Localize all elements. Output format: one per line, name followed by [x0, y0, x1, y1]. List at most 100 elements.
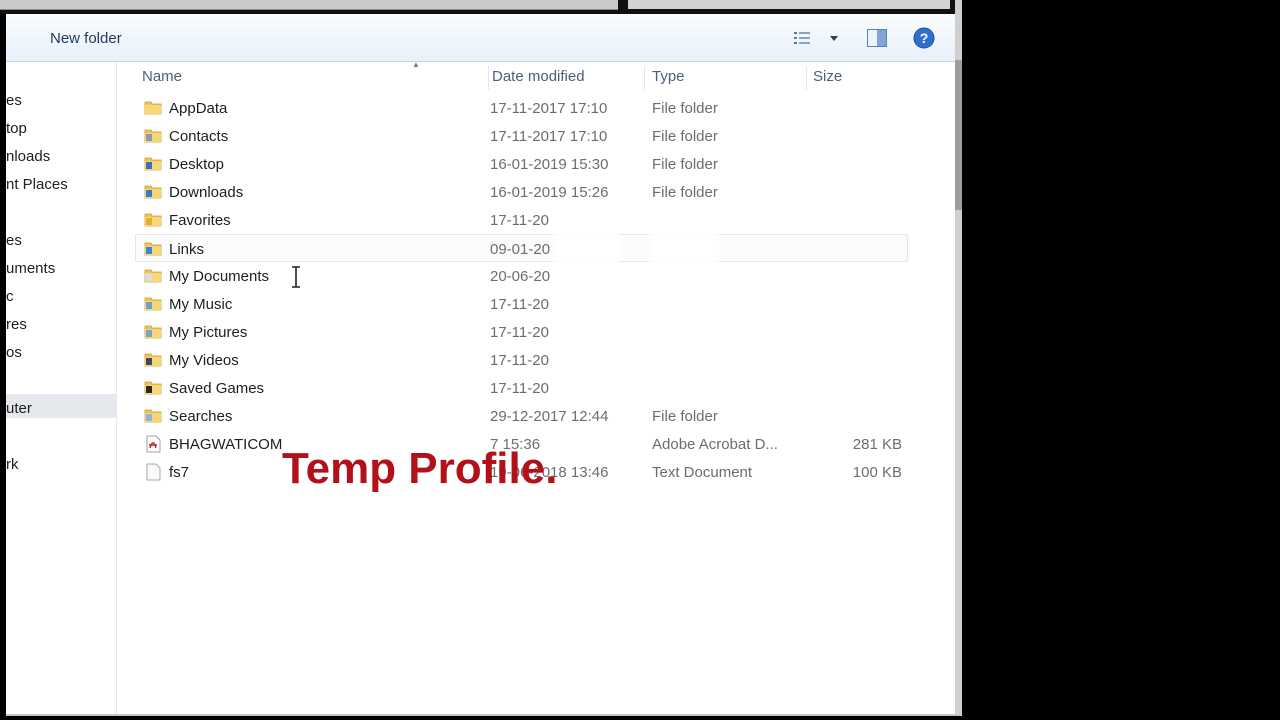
file-type: Adobe Acrobat D... — [652, 436, 778, 453]
svg-text:?: ? — [920, 30, 929, 46]
blurred-region — [554, 220, 620, 406]
file-row[interactable]: Saved Games 17-11-20 — [136, 374, 907, 402]
file-date-modified: 17-11-2017 17:10 — [490, 128, 608, 145]
file-row[interactable]: AppData 17-11-2017 17:10 File folder — [136, 94, 907, 122]
file-row[interactable]: Favorites 17-11-20 — [136, 206, 907, 234]
text-cursor-icon — [292, 266, 300, 288]
change-view-button[interactable] — [792, 28, 840, 50]
file-icon-container — [144, 351, 162, 367]
file-name: Saved Games — [169, 380, 265, 397]
file-icon-container — [144, 435, 162, 453]
file-row[interactable]: My Pictures 17-11-20 — [136, 318, 907, 346]
column-divider[interactable] — [644, 66, 645, 90]
file-name: Downloads — [169, 184, 244, 201]
nav-item-network[interactable]: rk — [6, 456, 19, 473]
file-date-modified: 17-11-2017 17:10 — [490, 100, 608, 117]
file-icon-container — [144, 379, 162, 395]
column-header-size[interactable]: Size — [813, 68, 842, 85]
column-divider[interactable] — [806, 66, 807, 90]
contacts-folder-icon — [144, 129, 162, 143]
file-name: Desktop — [169, 156, 225, 173]
favorites-folder-icon — [144, 213, 162, 227]
column-header-date[interactable]: Date modified — [492, 68, 585, 85]
scrollbar-thumb[interactable] — [955, 60, 962, 210]
file-row[interactable]: Desktop 16-01-2019 15:30 File folder — [136, 150, 907, 178]
file-size: 100 KB — [852, 464, 902, 481]
column-header-type[interactable]: Type — [652, 68, 685, 85]
nav-item-downloads[interactable]: nloads — [6, 148, 50, 165]
file-row[interactable]: My Videos 17-11-20 — [136, 346, 907, 374]
file-size: 281 KB — [852, 436, 902, 453]
caption-overlay: Temp Profile. — [282, 444, 558, 493]
background-titlebar-left — [0, 0, 618, 10]
file-icon-container — [144, 240, 162, 256]
file-name: My Videos — [169, 352, 239, 369]
command-bar: New folder ? — [6, 14, 955, 62]
sort-ascending-icon: ▲ — [412, 60, 420, 69]
file-name: My Pictures — [169, 324, 248, 341]
nav-item-libraries[interactable]: es — [6, 232, 22, 249]
downloads-folder-icon — [144, 185, 162, 199]
help-button[interactable]: ? — [913, 27, 935, 49]
file-icon-container — [144, 267, 162, 283]
file-icon-container — [144, 323, 162, 339]
saved-games-folder-icon — [144, 381, 162, 395]
file-name: fs7 — [169, 464, 190, 481]
nav-item-computer[interactable]: uter — [6, 400, 32, 417]
searches-folder-icon — [144, 409, 162, 423]
preview-pane-button[interactable] — [866, 28, 888, 48]
nav-item-favorites[interactable]: es — [6, 92, 22, 109]
documents-folder-icon — [144, 269, 162, 283]
file-name: Links — [169, 241, 205, 258]
nav-item-recent-places[interactable]: nt Places — [6, 176, 68, 193]
folder-icon — [144, 101, 162, 115]
file-date-modified: 20-06-20 — [490, 268, 551, 285]
pdf-file-icon — [146, 435, 161, 453]
explorer-window: New folder ? es top nloads nt Places es … — [6, 14, 955, 715]
column-divider[interactable] — [488, 66, 489, 90]
nav-item-music[interactable]: c — [6, 288, 14, 305]
file-date-modified: 29-12-2017 12:44 — [490, 408, 609, 425]
file-date-modified: 09-01-20 — [490, 241, 551, 258]
pictures-folder-icon — [144, 325, 162, 339]
links-folder-icon — [144, 242, 162, 256]
file-row[interactable]: Contacts 17-11-2017 17:10 File folder — [136, 122, 907, 150]
file-icon-container — [144, 295, 162, 311]
file-icon-container — [144, 155, 162, 171]
file-icon-container — [144, 127, 162, 143]
details-view-icon — [794, 32, 838, 44]
file-date-modified: 17-11-20 — [490, 352, 549, 369]
file-type: Text Document — [652, 464, 753, 481]
text-file-icon — [146, 463, 161, 481]
file-icon-container — [144, 183, 162, 199]
file-name: AppData — [169, 100, 228, 117]
blurred-region — [650, 220, 720, 406]
file-name: BHAGWATICOM — [169, 436, 283, 453]
file-icon-container — [144, 99, 162, 115]
desktop-folder-icon — [144, 157, 162, 171]
file-row[interactable]: Downloads 16-01-2019 15:26 File folder — [136, 178, 907, 206]
file-name: My Documents — [169, 268, 270, 285]
navigation-pane: es top nloads nt Places es uments c res … — [6, 62, 117, 715]
file-date-modified: 17-11-20 — [490, 380, 549, 397]
file-name: Searches — [169, 408, 233, 425]
music-folder-icon — [144, 297, 162, 311]
videos-folder-icon — [144, 353, 162, 367]
preview-pane-icon — [867, 29, 887, 47]
file-name: Favorites — [169, 212, 231, 229]
file-row[interactable]: My Documents 20-06-20 — [136, 262, 907, 290]
nav-item-pictures[interactable]: res — [6, 316, 27, 333]
file-date-modified: 17-11-20 — [490, 212, 549, 229]
column-headers: ▲ Name Date modified Type Size — [116, 60, 955, 92]
nav-item-videos[interactable]: os — [6, 344, 22, 361]
file-date-modified: 16-01-2019 15:30 — [490, 156, 609, 173]
nav-item-desktop[interactable]: top — [6, 120, 27, 137]
file-name: My Music — [169, 296, 233, 313]
file-icon-container — [144, 211, 162, 227]
nav-item-documents[interactable]: uments — [6, 260, 55, 277]
file-row[interactable]: Searches 29-12-2017 12:44 File folder — [136, 402, 907, 430]
new-folder-button[interactable]: New folder — [50, 30, 122, 47]
column-header-name[interactable]: Name — [142, 68, 182, 85]
file-row[interactable]: My Music 17-11-20 — [136, 290, 907, 318]
file-row[interactable]: Links 09-01-20 — [135, 234, 908, 262]
